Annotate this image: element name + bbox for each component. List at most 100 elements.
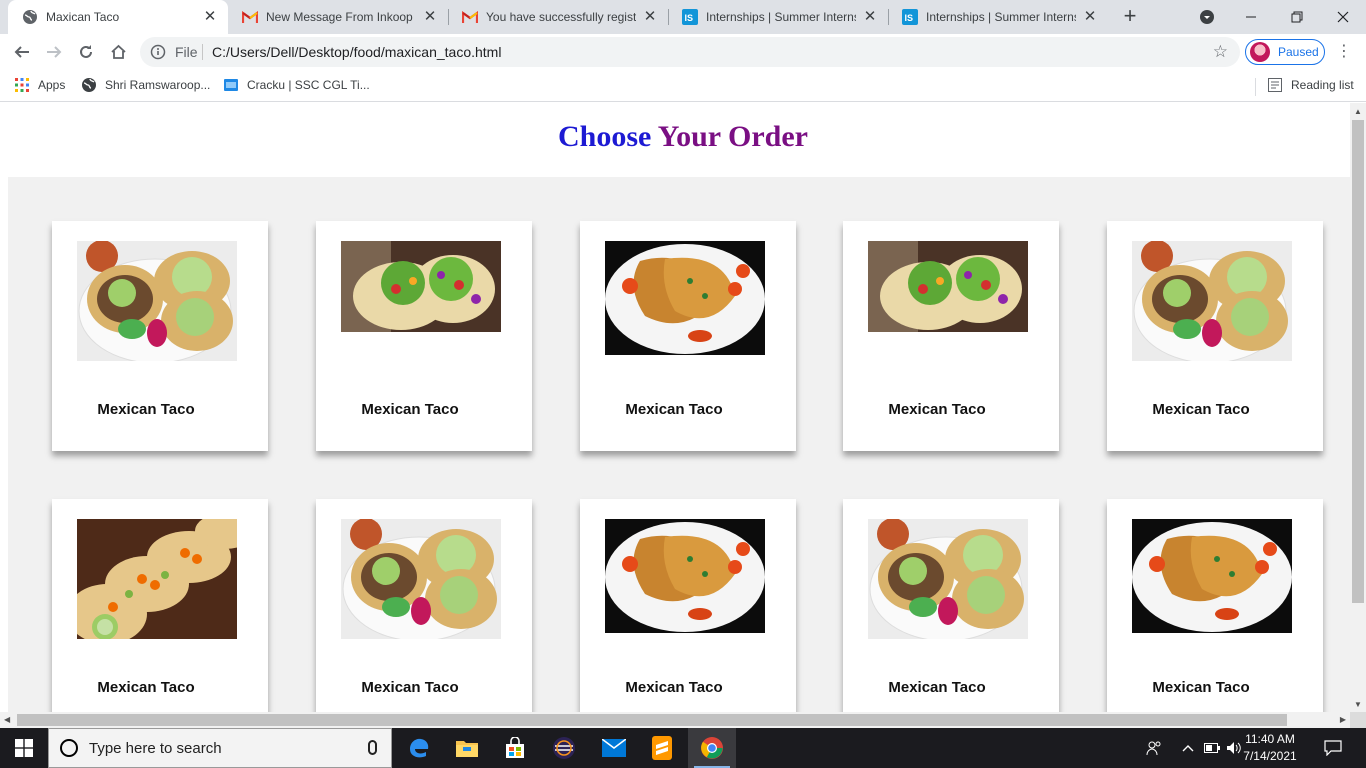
close-tab-icon[interactable]: ✕ xyxy=(202,9,218,25)
tab-registered[interactable]: You have successfully registe ✕ xyxy=(448,0,668,34)
chevron-down-icon xyxy=(1200,10,1214,24)
close-window-button[interactable] xyxy=(1320,0,1366,34)
tab-internships-2[interactable]: IS Internships | Summer Internsh ✕ xyxy=(888,0,1108,34)
globe-icon xyxy=(22,9,38,25)
home-button[interactable] xyxy=(104,38,132,66)
folder-icon xyxy=(456,741,478,757)
minimize-button[interactable] xyxy=(1228,0,1274,34)
menu-card[interactable]: Mexican Taco xyxy=(52,499,268,728)
bookmark-shri-ramswaroop[interactable]: Shri Ramswaroop... xyxy=(81,77,210,93)
tab-title: Internships | Summer Internsh xyxy=(706,10,856,24)
tacos-board-image xyxy=(77,519,237,639)
start-button[interactable] xyxy=(0,728,48,768)
menu-card[interactable]: Mexican Taco xyxy=(316,221,532,451)
windows-taskbar: Type here to search 11:40 AM 7/14/2021 xyxy=(0,728,1366,768)
people-icon[interactable] xyxy=(1140,728,1168,768)
close-tab-icon[interactable]: ✕ xyxy=(862,9,878,25)
svg-text:IS: IS xyxy=(905,13,914,23)
menu-card[interactable]: Mexican Taco xyxy=(843,221,1059,451)
notification-center-button[interactable] xyxy=(1318,728,1348,768)
forward-button[interactable] xyxy=(40,38,68,66)
cortana-icon xyxy=(60,739,78,757)
menu-card-title: Mexican Taco xyxy=(625,401,723,418)
bookmark-cracku[interactable]: Cracku | SSC CGL Ti... xyxy=(223,77,370,93)
scroll-left-arrow-icon[interactable]: ◀ xyxy=(4,715,10,724)
taskbar-store[interactable] xyxy=(491,728,539,768)
store-icon xyxy=(506,737,524,758)
vertical-scroll-thumb[interactable] xyxy=(1352,120,1364,603)
menu-card[interactable]: Mexican Taco xyxy=(1107,221,1323,451)
reload-button[interactable] xyxy=(72,38,100,66)
menu-card[interactable]: Mexican Taco xyxy=(843,499,1059,728)
tab-internships-1[interactable]: IS Internships | Summer Internsh ✕ xyxy=(668,0,888,34)
tab-title: New Message From Inkoop F xyxy=(266,10,416,24)
bookmark-star-icon[interactable]: ☆ xyxy=(1213,42,1228,62)
menu-card[interactable]: Mexican Taco xyxy=(1107,499,1323,728)
back-button[interactable] xyxy=(8,38,36,66)
scroll-up-arrow-icon[interactable]: ▲ xyxy=(1354,107,1362,116)
taskbar-search[interactable]: Type here to search xyxy=(48,728,392,768)
tacos-fresh-image xyxy=(341,241,501,332)
close-tab-icon[interactable]: ✕ xyxy=(642,9,658,25)
avatar xyxy=(1250,42,1270,62)
close-icon xyxy=(1337,11,1349,23)
more-menu-icon[interactable]: ⋮ xyxy=(1336,42,1352,62)
menu-card[interactable]: Mexican Taco xyxy=(580,221,796,451)
taskbar-file-explorer[interactable] xyxy=(443,728,491,768)
tab-strip: Maxican Taco ✕ New Message From Inkoop F… xyxy=(0,0,1366,34)
battery-icon[interactable] xyxy=(1202,728,1222,768)
tab-new-message[interactable]: New Message From Inkoop F ✕ xyxy=(228,0,448,34)
gmail-icon xyxy=(462,9,478,25)
menu-card-title: Mexican Taco xyxy=(888,401,986,418)
svg-text:IS: IS xyxy=(685,13,694,23)
tacos-dark-plate-image xyxy=(605,519,765,633)
gmail-icon xyxy=(242,9,258,25)
tacos-plate-image xyxy=(1132,241,1292,361)
reading-list-icon xyxy=(1267,77,1283,93)
reading-list-label: Reading list xyxy=(1291,78,1354,92)
horizontal-scroll-thumb[interactable] xyxy=(17,714,1287,726)
cracku-icon xyxy=(223,77,239,93)
arrow-left-icon xyxy=(14,46,29,58)
system-clock[interactable]: 11:40 AM 7/14/2021 xyxy=(1242,731,1298,765)
taskbar-eclipse[interactable] xyxy=(540,728,588,768)
menu-card[interactable]: Mexican Taco xyxy=(316,499,532,728)
tacos-plate-image xyxy=(77,241,237,361)
url-text[interactable]: C:/Users/Dell/Desktop/food/maxican_taco.… xyxy=(212,44,501,60)
menu-card-title: Mexican Taco xyxy=(625,679,723,696)
taskbar-search-placeholder: Type here to search xyxy=(89,740,222,757)
taskbar-chrome[interactable] xyxy=(688,728,736,768)
close-tab-icon[interactable]: ✕ xyxy=(422,9,438,25)
address-bar[interactable]: File C:/Users/Dell/Desktop/food/maxican_… xyxy=(140,37,1240,67)
tab-maxican-taco[interactable]: Maxican Taco ✕ xyxy=(8,0,228,34)
menu-card-title: Mexican Taco xyxy=(97,679,195,696)
internshala-icon: IS xyxy=(902,9,918,25)
close-tab-icon[interactable]: ✕ xyxy=(1082,9,1098,25)
tab-title: Internships | Summer Internsh xyxy=(926,10,1076,24)
reading-list-button[interactable]: Reading list xyxy=(1267,77,1354,93)
page-viewport: Choose Your Order Mexican Taco Mexican T… xyxy=(0,103,1366,728)
tab-search-button[interactable] xyxy=(1184,0,1230,34)
horizontal-scrollbar[interactable]: ◀ ▶ xyxy=(0,712,1350,728)
microphone-icon[interactable] xyxy=(368,740,377,755)
menu-card[interactable]: Mexican Taco xyxy=(580,499,796,728)
scroll-down-arrow-icon[interactable]: ▼ xyxy=(1354,700,1362,709)
tacos-plate-image xyxy=(868,519,1028,639)
volume-icon[interactable] xyxy=(1224,728,1244,768)
taskbar-mail[interactable] xyxy=(590,728,638,768)
internshala-icon: IS xyxy=(682,9,698,25)
mail-icon xyxy=(602,739,626,757)
scroll-right-arrow-icon[interactable]: ▶ xyxy=(1340,715,1346,724)
menu-card[interactable]: Mexican Taco xyxy=(52,221,268,451)
bookmark-apps[interactable]: Apps xyxy=(14,77,65,93)
menu-card-title: Mexican Taco xyxy=(361,679,459,696)
info-icon[interactable] xyxy=(150,44,166,60)
vertical-scrollbar[interactable]: ▲ ▼ xyxy=(1350,103,1366,712)
taskbar-sublime[interactable] xyxy=(638,728,686,768)
profile-button[interactable]: Paused xyxy=(1245,39,1325,65)
restore-button[interactable] xyxy=(1274,0,1320,34)
taskbar-edge[interactable] xyxy=(395,728,443,768)
restore-icon xyxy=(1291,11,1303,23)
chevron-up-icon[interactable] xyxy=(1178,728,1198,768)
new-tab-button[interactable]: + xyxy=(1118,5,1142,29)
